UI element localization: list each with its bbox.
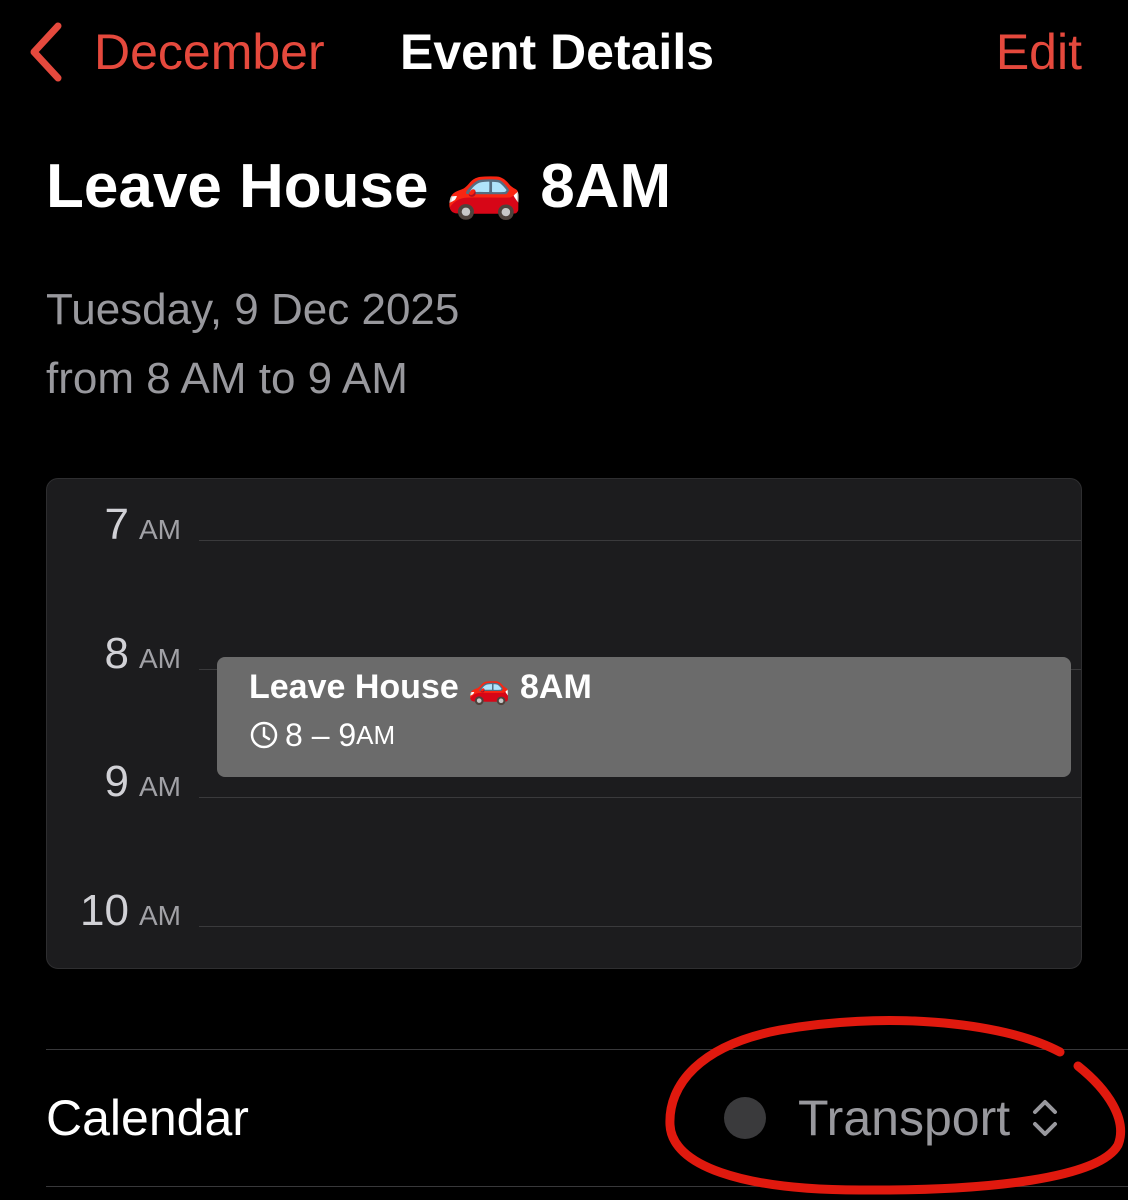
hour-label: 10 AM bbox=[80, 881, 181, 941]
edit-button[interactable]: Edit bbox=[996, 20, 1082, 84]
hour-gridline bbox=[199, 926, 1081, 927]
calendar-value: Transport bbox=[798, 1090, 1011, 1146]
event-date: Tuesday, 9 Dec 2025 bbox=[46, 285, 460, 334]
calendar-color-dot bbox=[724, 1097, 766, 1139]
event-block-title: Leave House 🚗 8AM bbox=[249, 667, 592, 707]
hour-number: 10 bbox=[80, 886, 129, 935]
hour-label: 8 AM bbox=[105, 624, 181, 684]
event-title-text: Leave House bbox=[46, 152, 429, 221]
back-button[interactable]: December bbox=[24, 20, 325, 84]
event-block-time: 8 – 9 AM bbox=[249, 715, 395, 755]
hour-gridline bbox=[199, 540, 1081, 541]
back-label: December bbox=[94, 24, 325, 80]
up-down-chevron-icon bbox=[1033, 1100, 1058, 1136]
hour-ampm: AM bbox=[139, 900, 181, 931]
event-title-time: 8AM bbox=[540, 152, 672, 221]
hour-gridline bbox=[199, 797, 1081, 798]
event-block-title-time: 8AM bbox=[520, 668, 592, 706]
event-block-title-text: Leave House bbox=[249, 668, 459, 706]
hour-label: 7 AM bbox=[105, 495, 181, 555]
hour-row-7am: 7 AM bbox=[47, 495, 1081, 555]
hour-number: 7 bbox=[104, 500, 129, 549]
hour-ampm: AM bbox=[139, 771, 181, 802]
calendar-row[interactable]: Calendar Transport bbox=[0, 1050, 1128, 1186]
car-icon: 🚗 bbox=[468, 667, 511, 707]
event-block[interactable]: Leave House 🚗 8AM 8 – 9 AM bbox=[217, 657, 1071, 777]
hour-ampm: AM bbox=[139, 514, 181, 545]
event-time: from 8 AM to 9 AM bbox=[46, 354, 408, 403]
event-block-time-suffix: AM bbox=[356, 720, 396, 750]
navigation-bar: December Event Details Edit bbox=[0, 0, 1128, 110]
event-title: Leave House 🚗 8AM bbox=[46, 146, 671, 227]
car-icon: 🚗 bbox=[445, 149, 523, 222]
day-preview: 7 AM 8 AM 9 AM 10 AM Leave House 🚗 8AM 8… bbox=[46, 478, 1082, 969]
hour-row-10am: 10 AM bbox=[47, 881, 1081, 941]
calendar-selector[interactable]: Transport bbox=[724, 1088, 1062, 1148]
back-chevron-icon bbox=[30, 22, 62, 82]
row-separator bbox=[46, 1186, 1128, 1187]
clock-icon bbox=[250, 721, 278, 749]
calendar-label: Calendar bbox=[46, 1090, 249, 1146]
hour-ampm: AM bbox=[139, 643, 181, 674]
hour-label: 9 AM bbox=[105, 752, 181, 812]
event-block-time-range: 8 – 9 bbox=[285, 717, 357, 753]
hour-number: 8 bbox=[104, 629, 129, 678]
nav-title: Event Details bbox=[400, 24, 715, 80]
hour-number: 9 bbox=[104, 757, 129, 806]
